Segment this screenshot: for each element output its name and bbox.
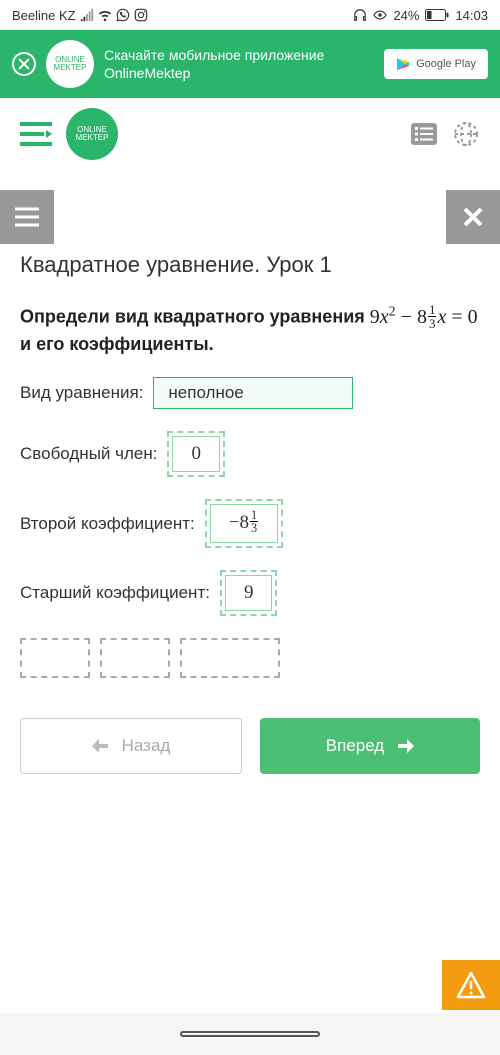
signal-icon <box>80 8 94 22</box>
headphones-icon <box>353 8 367 22</box>
google-play-button[interactable]: Google Play <box>384 49 488 79</box>
eye-icon <box>373 8 387 22</box>
whatsapp-icon <box>116 8 130 22</box>
equation: 9x2 − 813x = 0 <box>370 306 478 328</box>
banner-text: Скачайте мобильное приложение OnlineMekt… <box>104 46 374 82</box>
arrow-right-icon <box>398 739 414 753</box>
close-icon <box>18 58 30 70</box>
language-button[interactable] <box>452 120 480 148</box>
second-coef-dropzone[interactable]: −813 <box>205 499 283 549</box>
app-header: ONLINE MEKTEP <box>0 98 500 170</box>
equation-type-answer[interactable]: неполное <box>153 377 353 409</box>
home-indicator[interactable] <box>180 1031 320 1037</box>
menu-toggle-icon[interactable] <box>20 121 52 147</box>
list-view-button[interactable] <box>410 120 438 148</box>
instagram-icon <box>134 8 148 22</box>
next-button[interactable]: Вперед <box>260 718 480 774</box>
back-button[interactable]: Назад <box>20 718 242 774</box>
warning-icon <box>456 971 486 999</box>
android-nav-bar <box>0 1013 500 1055</box>
battery-pct: 24% <box>393 8 419 23</box>
close-lesson-button[interactable] <box>446 190 500 244</box>
google-play-icon <box>396 57 410 71</box>
lesson-title: Квадратное уравнение. Урок 1 <box>20 252 480 278</box>
empty-option-slot[interactable] <box>180 638 280 678</box>
app-install-banner: ONLINE MEKTEP Скачайте мобильное приложе… <box>0 30 500 98</box>
free-term-dropzone[interactable]: 0 <box>167 431 225 477</box>
list-icon <box>411 123 437 145</box>
header-logo[interactable]: ONLINE MEKTEP <box>66 108 118 160</box>
banner-logo: ONLINE MEKTEP <box>46 40 94 88</box>
sidebar-menu-button[interactable] <box>0 190 54 244</box>
carrier-label: Beeline KZ <box>12 8 76 23</box>
status-bar: Beeline KZ 24% 14:03 <box>0 0 500 30</box>
wifi-icon <box>98 8 112 22</box>
lesson-toolbar <box>0 190 500 244</box>
leading-coef-label: Старший коэффициент: <box>20 583 210 603</box>
empty-option-slot[interactable] <box>100 638 170 678</box>
empty-option-slot[interactable] <box>20 638 90 678</box>
leading-coef-dropzone[interactable]: 9 <box>220 570 278 616</box>
banner-close-button[interactable] <box>12 52 36 76</box>
globe-icon <box>453 121 479 147</box>
free-term-label: Свободный член: <box>20 444 157 464</box>
hamburger-icon <box>15 207 39 227</box>
close-icon <box>463 207 483 227</box>
question-text: Определи вид квадратного уравнения 9x2 −… <box>20 302 480 357</box>
equation-type-label: Вид уравнения: <box>20 383 143 403</box>
clock-label: 14:03 <box>455 8 488 23</box>
second-coef-label: Второй коэффициент: <box>20 514 195 534</box>
warning-badge[interactable] <box>442 960 500 1010</box>
arrow-left-icon <box>92 739 108 753</box>
remaining-options <box>20 638 480 678</box>
battery-icon <box>425 9 449 21</box>
